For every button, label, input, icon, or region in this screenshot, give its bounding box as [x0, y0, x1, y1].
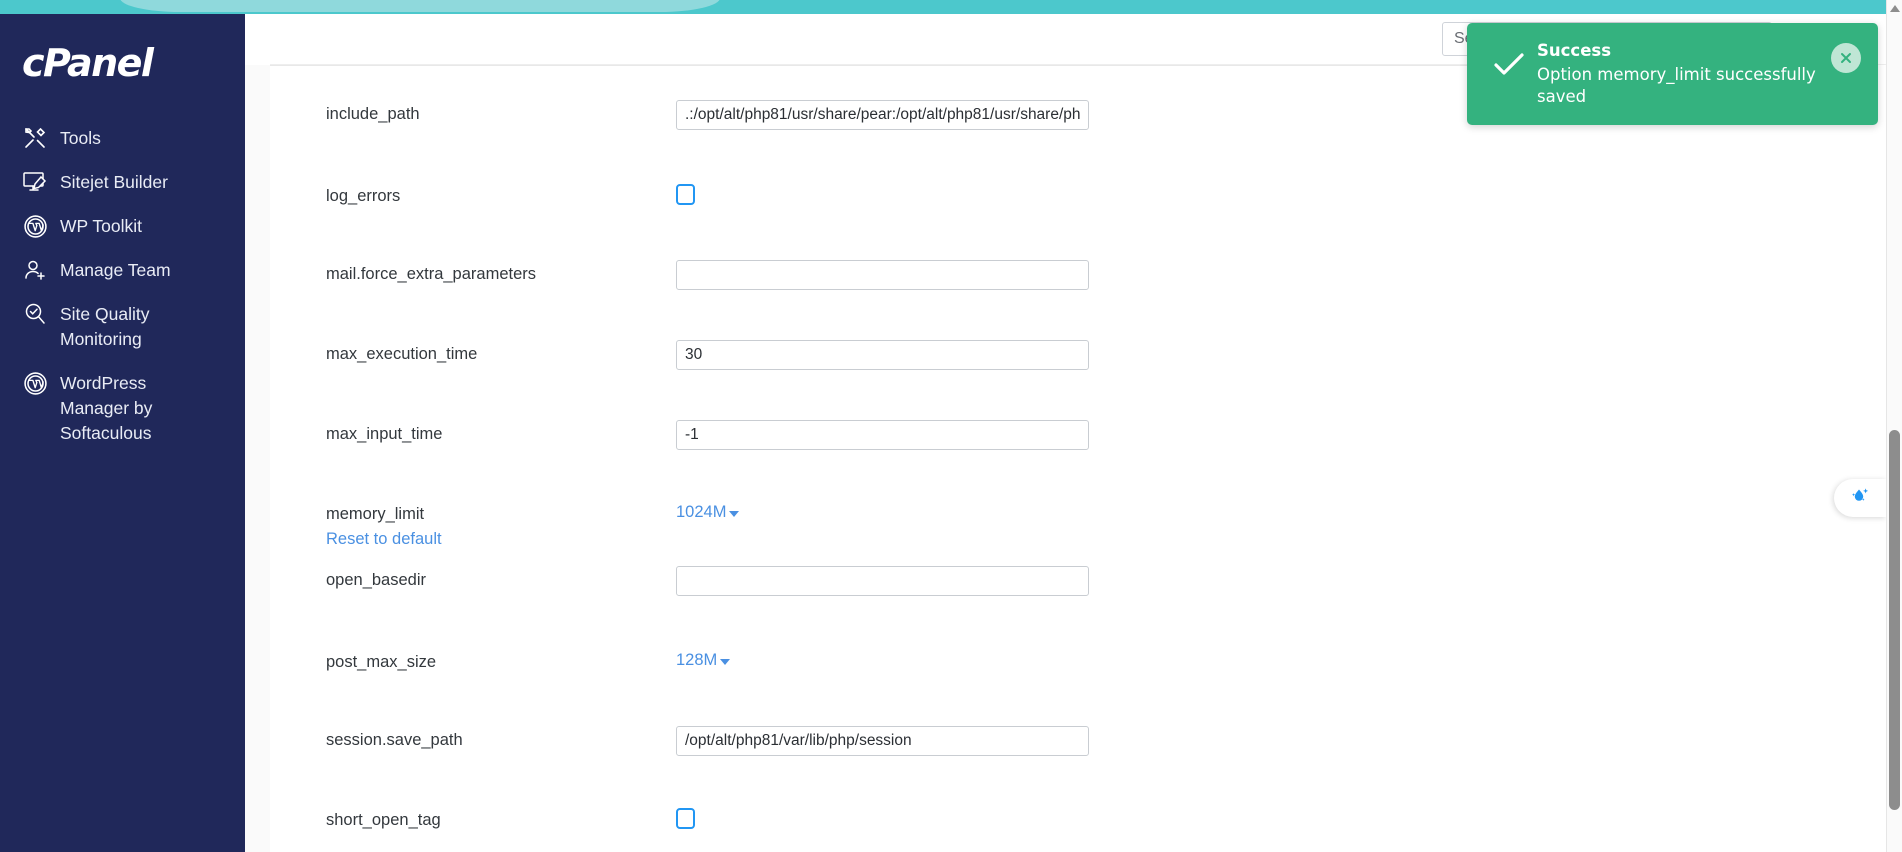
sidebar-item-wp-toolkit[interactable]: WP Toolkit — [0, 204, 245, 248]
sidebar: cPanel Tools Sitejet Builder WP Toolkit … — [0, 14, 245, 852]
memory-limit-value: 1024M — [676, 503, 727, 521]
form-row-control — [676, 566, 1877, 596]
triangle-up-icon[interactable] — [1890, 5, 1900, 12]
mail-force-extra-parameters-input[interactable] — [676, 260, 1089, 290]
form-row-control — [676, 420, 1877, 450]
form-row-max-execution-time: max_execution_time — [270, 340, 1877, 394]
open-basedir-input[interactable] — [676, 566, 1089, 596]
sidebar-item-wordpress-manager[interactable]: WordPress Manager by Softaculous — [0, 361, 245, 455]
check-icon — [1481, 40, 1537, 78]
cpanel-logo[interactable]: cPanel — [22, 44, 245, 82]
chevron-down-icon — [729, 511, 740, 517]
page-scrollbar[interactable] — [1886, 0, 1902, 852]
short-open-tag-checkbox[interactable] — [676, 808, 695, 829]
water-drop-sparkle-icon — [1847, 484, 1873, 513]
form-row-label: max_input_time — [326, 425, 443, 443]
main-region: include_path log_errors mail.force_extra… — [245, 14, 1902, 852]
post-max-size-dropdown[interactable]: 128M — [676, 648, 731, 670]
sidebar-nav: Tools Sitejet Builder WP Toolkit Manage … — [0, 116, 245, 455]
form-row-label: session.save_path — [326, 731, 463, 749]
sidebar-item-site-quality-monitoring[interactable]: Site Quality Monitoring — [0, 292, 245, 361]
memory-limit-label: memory_limit — [326, 505, 425, 523]
php-options-form: include_path log_errors mail.force_extra… — [270, 66, 1877, 852]
form-row-log-errors: log_errors — [270, 182, 1877, 236]
sidebar-item-label: Sitejet Builder — [60, 172, 168, 192]
form-row-session-save-path: session.save_path — [270, 726, 1877, 780]
reset-to-default-link[interactable]: Reset to default — [326, 529, 676, 549]
post-max-size-value: 128M — [676, 651, 718, 669]
assistant-fab[interactable] — [1834, 479, 1886, 517]
success-toast: Success Option memory_limit successfully… — [1467, 23, 1878, 125]
close-icon[interactable] — [1831, 43, 1861, 73]
session-save-path-input[interactable] — [676, 726, 1089, 756]
form-row-label: short_open_tag — [326, 811, 441, 829]
monitor-pencil-icon — [20, 169, 50, 195]
form-row-max-input-time: max_input_time — [270, 420, 1877, 474]
form-row-post-max-size: post_max_size 128M — [270, 648, 1877, 702]
content-gutter-shade — [245, 65, 270, 852]
form-row-control: 128M — [676, 648, 1877, 670]
toast-message: Option memory_limit successfully saved — [1537, 65, 1816, 106]
app-root: cPanel Tools Sitejet Builder WP Toolkit … — [0, 0, 1902, 852]
form-row-open-basedir: open_basedir — [270, 566, 1877, 620]
form-row-control — [676, 340, 1877, 370]
form-row-control: 1024M — [676, 500, 1877, 522]
sidebar-item-sitejet-builder[interactable]: Sitejet Builder — [0, 160, 245, 204]
sidebar-item-label: Manage Team — [60, 260, 171, 280]
form-row-label: post_max_size — [326, 653, 437, 671]
magnifier-check-icon — [20, 301, 50, 327]
sidebar-item-label: Tools — [60, 128, 101, 148]
toast-title: Success — [1537, 41, 1612, 60]
sidebar-item-tools[interactable]: Tools — [0, 116, 245, 160]
chevron-down-icon — [720, 659, 731, 665]
form-row-control — [676, 806, 1877, 834]
sidebar-item-label: WordPress Manager by Softaculous — [60, 373, 153, 443]
max-input-time-input[interactable] — [676, 420, 1089, 450]
form-row-label: max_execution_time — [326, 345, 478, 363]
form-row-short-open-tag: short_open_tag — [270, 806, 1877, 852]
toast-body: Success Option memory_limit successfully… — [1537, 40, 1862, 108]
tools-icon — [20, 125, 50, 151]
form-row-mail-force-extra-parameters: mail.force_extra_parameters — [270, 260, 1877, 314]
form-row-label: memory_limit Reset to default — [326, 500, 676, 549]
wordpress-icon — [20, 213, 50, 239]
sidebar-item-label: WP Toolkit — [60, 216, 143, 236]
form-row-label: log_errors — [326, 187, 401, 205]
php-settings-card: include_path log_errors mail.force_extra… — [270, 65, 1877, 852]
scrollbar-thumb[interactable] — [1889, 430, 1900, 810]
wordpress-icon — [20, 370, 50, 396]
user-plus-icon — [20, 257, 50, 283]
include-path-input[interactable] — [676, 100, 1089, 130]
form-row-control — [676, 182, 1877, 210]
log-errors-checkbox[interactable] — [676, 184, 695, 205]
form-row-label: mail.force_extra_parameters — [326, 265, 537, 283]
top-accent-hump — [120, 0, 720, 12]
max-execution-time-input[interactable] — [676, 340, 1089, 370]
form-row-control — [676, 726, 1877, 756]
sidebar-item-manage-team[interactable]: Manage Team — [0, 248, 245, 292]
memory-limit-dropdown[interactable]: 1024M — [676, 500, 740, 522]
form-row-label: open_basedir — [326, 571, 426, 589]
form-row-control — [676, 260, 1877, 290]
form-row-label: include_path — [326, 105, 420, 123]
content-gutter — [245, 14, 270, 852]
sidebar-item-label: Site Quality Monitoring — [60, 304, 150, 349]
form-row-memory-limit: memory_limit Reset to default 1024M — [270, 500, 1877, 554]
top-accent-bar — [0, 0, 1902, 14]
